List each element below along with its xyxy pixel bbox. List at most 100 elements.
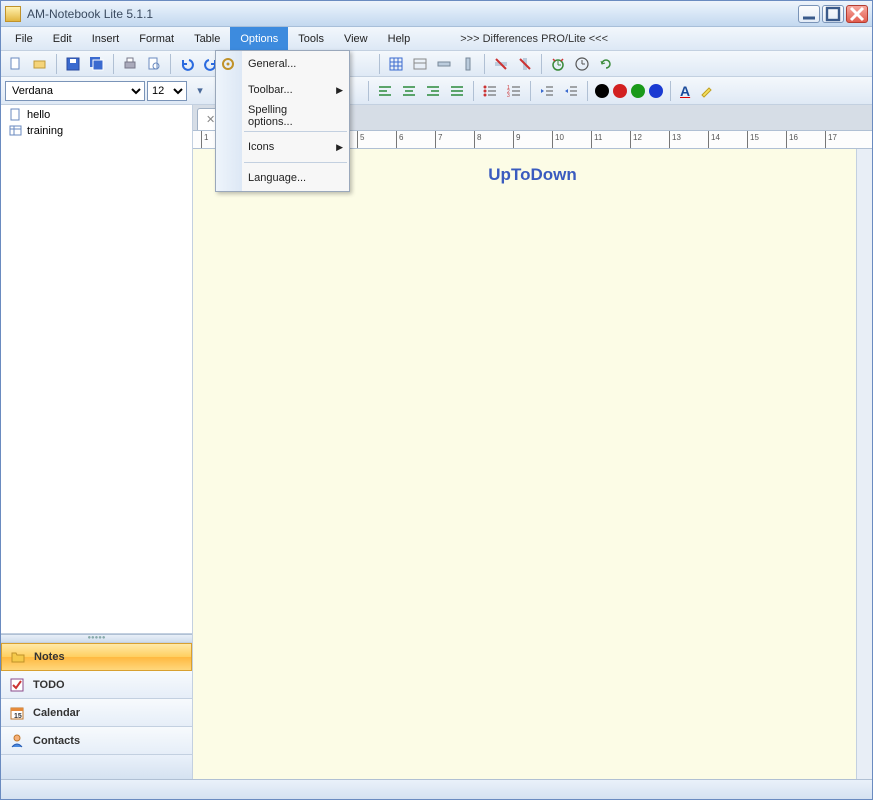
- ruler-tick: 11: [591, 131, 630, 148]
- nav-item-label: Contacts: [33, 735, 80, 747]
- nav-item-notes[interactable]: Notes: [1, 643, 192, 671]
- toolbar-separator: [541, 54, 542, 74]
- nav-item-contacts[interactable]: Contacts: [1, 727, 192, 755]
- nav-panel: ●●●●● Notes TODO 15 Calendar Contacts: [1, 634, 192, 779]
- dropdown-item-label: Icons: [248, 141, 274, 153]
- indent-icon[interactable]: [560, 80, 582, 102]
- minimize-button[interactable]: [798, 5, 820, 23]
- svg-text:15: 15: [14, 713, 22, 720]
- calendar-icon: 15: [9, 705, 25, 721]
- editor: ✕ 1234567891011121314151617 UpToDown: [193, 105, 872, 779]
- font-select[interactable]: Verdana: [5, 81, 145, 101]
- toolbar-separator: [530, 81, 531, 101]
- menu-view[interactable]: View: [334, 27, 378, 50]
- document-body[interactable]: UpToDown: [193, 149, 872, 779]
- highlight-icon[interactable]: [696, 80, 718, 102]
- ruler-tick: 7: [435, 131, 474, 148]
- save-all-icon[interactable]: [86, 53, 108, 75]
- row-delete-icon[interactable]: [490, 53, 512, 75]
- doc-tab-close-icon[interactable]: ✕: [206, 113, 215, 126]
- menu-edit[interactable]: Edit: [43, 27, 82, 50]
- refresh-icon[interactable]: [595, 53, 617, 75]
- align-right-icon[interactable]: [422, 80, 444, 102]
- ruler-tick: 5: [357, 131, 396, 148]
- toolbar-separator: [473, 81, 474, 101]
- align-left-icon[interactable]: [374, 80, 396, 102]
- numbering-icon[interactable]: 123: [503, 80, 525, 102]
- color-swatch[interactable]: [595, 84, 609, 98]
- toolbar-separator: [368, 81, 369, 101]
- dropdown-item-general[interactable]: General...: [216, 51, 349, 77]
- new-icon[interactable]: [5, 53, 27, 75]
- chevron-right-icon: ▶: [336, 142, 343, 153]
- nav-item-todo[interactable]: TODO: [1, 671, 192, 699]
- dropdown-item-label: Language...: [248, 172, 306, 184]
- toolbar-separator: [113, 54, 114, 74]
- nav-item-label: Notes: [34, 651, 65, 663]
- svg-text:3: 3: [507, 93, 510, 99]
- tree-item-label: hello: [27, 109, 50, 121]
- tree-item-training[interactable]: training: [3, 123, 190, 139]
- col-insert-icon[interactable]: [457, 53, 479, 75]
- menu-insert[interactable]: Insert: [82, 27, 130, 50]
- dropdown-separator: [244, 162, 347, 163]
- scrollbar-vertical[interactable]: [856, 149, 872, 779]
- dropdown-item-icons[interactable]: Icons ▶: [216, 134, 349, 160]
- new-folder-icon[interactable]: [29, 53, 51, 75]
- alarm-icon[interactable]: [547, 53, 569, 75]
- statusbar: [1, 779, 872, 799]
- font-color-icon[interactable]: A: [676, 83, 694, 99]
- menubar: FileEditInsertFormatTableOptionsToolsVie…: [1, 27, 872, 51]
- close-button[interactable]: [846, 5, 868, 23]
- toolbar-format: Verdana 12 ▾ 123 A: [1, 77, 872, 105]
- bullets-icon[interactable]: [479, 80, 501, 102]
- tree-item-hello[interactable]: hello: [3, 107, 190, 123]
- nav-item-label: Calendar: [33, 707, 80, 719]
- dropdown-item-language[interactable]: Language...: [216, 165, 349, 191]
- outdent-icon[interactable]: [536, 80, 558, 102]
- ruler-tick: 10: [552, 131, 591, 148]
- save-icon[interactable]: [62, 53, 84, 75]
- col-delete-icon[interactable]: [514, 53, 536, 75]
- undo-icon[interactable]: [176, 53, 198, 75]
- ruler-tick: 8: [474, 131, 513, 148]
- menu-table[interactable]: Table: [184, 27, 230, 50]
- table-insert-icon[interactable]: [385, 53, 407, 75]
- row-insert-icon[interactable]: [433, 53, 455, 75]
- app-icon: [5, 6, 21, 22]
- clock-icon[interactable]: [571, 53, 593, 75]
- dropdown-item-spelling-options[interactable]: Spelling options...: [216, 103, 349, 129]
- menu-options[interactable]: Options: [230, 27, 288, 50]
- nav-item-calendar[interactable]: 15 Calendar: [1, 699, 192, 727]
- ruler-tick: 17: [825, 131, 864, 148]
- font-size-select[interactable]: 12: [147, 81, 187, 101]
- toolbar-main: [1, 51, 872, 77]
- print-icon[interactable]: [119, 53, 141, 75]
- ruler-tick: 6: [396, 131, 435, 148]
- menu-file[interactable]: File: [5, 27, 43, 50]
- color-swatch[interactable]: [613, 84, 627, 98]
- color-swatch[interactable]: [649, 84, 663, 98]
- menu-help[interactable]: Help: [378, 27, 421, 50]
- note-icon: [9, 108, 23, 122]
- menu-format[interactable]: Format: [129, 27, 184, 50]
- nav-handle[interactable]: ●●●●●: [1, 635, 192, 643]
- nav-footer: [1, 755, 192, 779]
- color-swatch[interactable]: [631, 84, 645, 98]
- dropdown-item-toolbar[interactable]: Toolbar...▶: [216, 77, 349, 103]
- table-icon: [9, 124, 23, 138]
- app-window: AM-Notebook Lite 5.1.1 FileEditInsertFor…: [0, 0, 873, 800]
- dropdown-item-label: Spelling options...: [248, 104, 333, 128]
- ruler-tick: 15: [747, 131, 786, 148]
- table-props-icon[interactable]: [409, 53, 431, 75]
- options-dropdown: General...Toolbar...▶Spelling options...…: [215, 50, 350, 192]
- heading-dropdown-icon[interactable]: ▾: [189, 80, 211, 102]
- preview-icon[interactable]: [143, 53, 165, 75]
- differences-link[interactable]: >>> Differences PRO/Lite <<<: [460, 27, 608, 50]
- align-justify-icon[interactable]: [446, 80, 468, 102]
- menu-tools[interactable]: Tools: [288, 27, 334, 50]
- person-icon: [9, 733, 25, 749]
- toolbar-separator: [670, 81, 671, 101]
- align-center-icon[interactable]: [398, 80, 420, 102]
- maximize-button[interactable]: [822, 5, 844, 23]
